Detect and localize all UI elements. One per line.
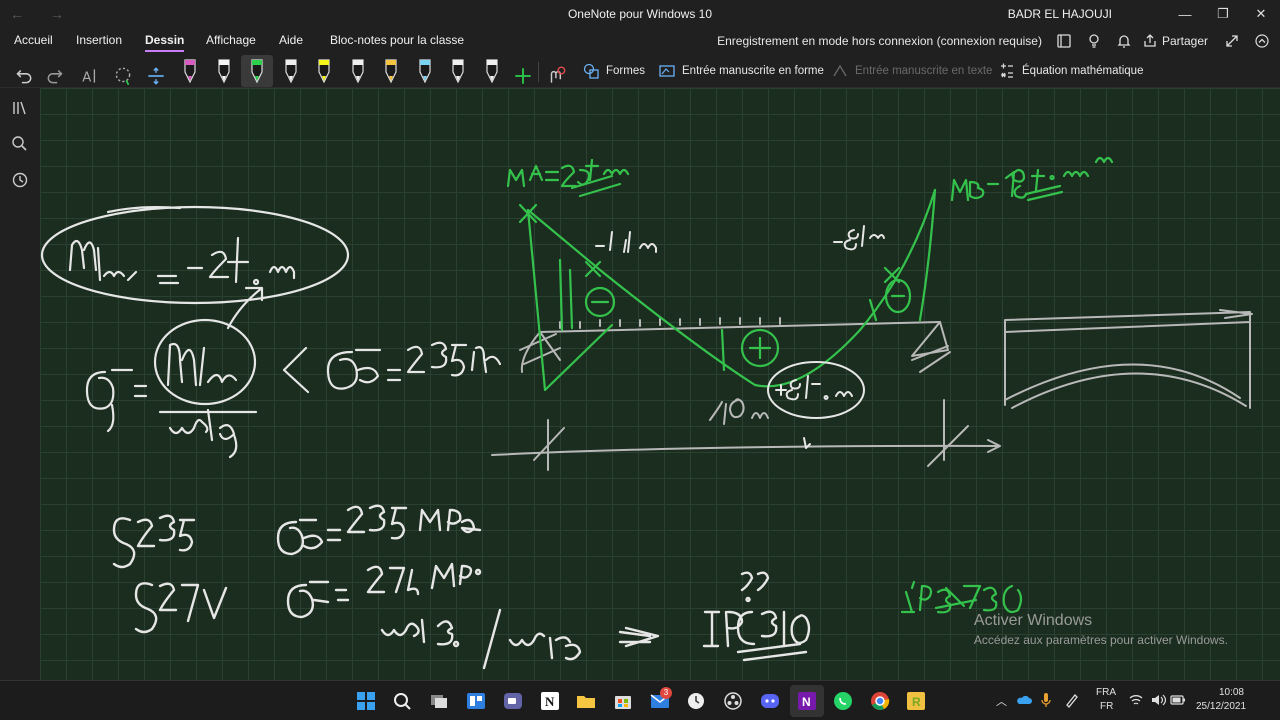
ink-to-text-label: Entrée manuscrite en texte xyxy=(855,65,993,77)
undo-icon[interactable] xyxy=(12,61,34,91)
notebook-icon[interactable] xyxy=(1056,33,1072,49)
expand-icon[interactable] xyxy=(1224,33,1240,49)
shapes-icon xyxy=(583,63,599,79)
discord-icon[interactable] xyxy=(758,689,782,713)
pen-4-icon[interactable] xyxy=(280,56,302,86)
svg-text:A: A xyxy=(82,71,91,86)
activation-watermark: Activer Windows Accédez aux paramètres p… xyxy=(974,612,1228,647)
windows-start-icon[interactable] xyxy=(354,689,378,713)
pen-tray-icon[interactable] xyxy=(1064,692,1080,708)
search-icon[interactable] xyxy=(10,134,30,154)
chrome-icon[interactable] xyxy=(868,689,892,713)
add-pen-icon[interactable] xyxy=(512,61,534,91)
share-icon xyxy=(1144,34,1156,47)
search-taskbar-icon[interactable] xyxy=(390,689,414,713)
left-sidebar xyxy=(0,88,40,680)
notion-icon[interactable]: N xyxy=(538,689,562,713)
bell-icon[interactable] xyxy=(1116,33,1132,49)
obs-icon[interactable] xyxy=(721,689,745,713)
tab-accueil[interactable]: Accueil xyxy=(14,33,53,47)
notebook-page-canvas[interactable]: Activer Windows Accédez aux paramètres p… xyxy=(40,88,1280,680)
activation-title: Activer Windows xyxy=(973,612,1093,629)
ink-stress-formula xyxy=(85,318,502,459)
clock-time: 10:08 xyxy=(1218,687,1244,698)
math-icon xyxy=(1001,63,1013,78)
activation-subtitle: Accédez aux paramètres pour activer Wind… xyxy=(973,633,1228,647)
language-top: FRA xyxy=(1096,687,1116,698)
ink-to-text-icon xyxy=(833,64,847,77)
mail-badge: 3 xyxy=(660,687,672,699)
shapes-button[interactable]: Formes xyxy=(582,58,645,84)
type-select-icon[interactable]: A xyxy=(79,61,101,91)
recent-icon[interactable] xyxy=(10,170,30,190)
pen-3-icon[interactable] xyxy=(246,56,268,86)
svg-text:N: N xyxy=(802,695,811,709)
minimize-button[interactable]: — xyxy=(1166,0,1204,28)
tab-dessin[interactable]: Dessin xyxy=(145,33,185,52)
volume-icon[interactable] xyxy=(1150,693,1166,707)
pen-10-icon[interactable] xyxy=(481,56,503,86)
share-button[interactable]: Partager xyxy=(1162,34,1208,48)
math-equation-button[interactable]: Équation mathématique xyxy=(998,58,1143,84)
ink-to-shape-icon xyxy=(659,65,675,77)
pen-6-icon[interactable] xyxy=(347,56,369,86)
language-indicator[interactable]: FRA FR xyxy=(1096,687,1116,712)
ink-to-shape-label: Entrée manuscrite en forme xyxy=(682,65,824,77)
lightbulb-icon[interactable] xyxy=(1086,33,1102,49)
task-view-icon[interactable] xyxy=(427,689,451,713)
tab-aide[interactable]: Aide xyxy=(279,33,303,47)
restore-button[interactable]: ❐ xyxy=(1204,0,1242,28)
onedrive-icon[interactable] xyxy=(1016,694,1032,706)
svg-text:R: R xyxy=(912,695,921,709)
pen-2-icon[interactable] xyxy=(213,56,235,86)
clock-app-icon[interactable] xyxy=(684,689,708,713)
chevron-up-icon[interactable] xyxy=(1254,33,1270,49)
shapes-label: Formes xyxy=(606,65,645,77)
ink-moment-note xyxy=(40,205,350,330)
notebooks-icon[interactable] xyxy=(10,98,30,118)
close-button[interactable]: ✕ xyxy=(1242,0,1280,28)
battery-icon[interactable] xyxy=(1170,694,1186,706)
pen-5-icon[interactable] xyxy=(313,56,335,86)
whatsapp-icon[interactable] xyxy=(831,689,855,713)
clock-date: 25/12/2021 xyxy=(1196,701,1247,712)
clock[interactable]: 10:08 25/12/2021 xyxy=(1196,687,1247,712)
sync-status[interactable]: Enregistrement en mode hors connexion (c… xyxy=(717,34,1042,48)
widgets-icon[interactable] xyxy=(464,689,488,713)
redo-icon[interactable] xyxy=(45,61,67,91)
onenote-icon[interactable]: N xyxy=(795,689,819,713)
math-label: Équation mathématique xyxy=(1022,65,1144,77)
ink-beam-diagram xyxy=(491,309,1253,471)
microphone-icon[interactable] xyxy=(1040,692,1052,708)
store-icon[interactable] xyxy=(611,689,635,713)
user-name[interactable]: BADR EL HAJOUJI xyxy=(1008,7,1112,21)
handwritten-ink xyxy=(40,156,1253,670)
ink-steel-grades xyxy=(112,504,811,670)
pen-9-icon[interactable] xyxy=(447,56,469,86)
pen-1-icon[interactable] xyxy=(179,56,201,86)
pen-8-icon[interactable] xyxy=(414,56,436,86)
lasso-select-icon[interactable] xyxy=(112,61,134,91)
title-bar: ← → OneNote pour Windows 10 BADR EL HAJO… xyxy=(0,0,1280,28)
wifi-icon[interactable] xyxy=(1128,693,1144,707)
drawing-toolbar: A Formes Entrée manuscrite en forme Entr… xyxy=(0,54,1280,88)
app-r-icon[interactable]: R xyxy=(904,689,928,713)
svg-text:N: N xyxy=(545,694,555,709)
insert-space-icon[interactable] xyxy=(145,61,167,91)
ink-replay-icon[interactable] xyxy=(546,61,568,91)
tab-bloc-notes[interactable]: Bloc-notes pour la classe xyxy=(330,33,464,47)
language-bottom: FR xyxy=(1100,701,1114,712)
ink-to-shape-button[interactable]: Entrée manuscrite en forme xyxy=(658,58,824,84)
ink-moment-diagram xyxy=(506,156,1114,614)
tab-insertion[interactable]: Insertion xyxy=(76,33,122,47)
file-explorer-icon[interactable] xyxy=(574,689,598,713)
taskbar: N 3 N R ︿ FRA FR 10:08 25/12/2021 xyxy=(0,680,1280,720)
pen-7-icon[interactable] xyxy=(380,56,402,86)
tab-affichage[interactable]: Affichage xyxy=(206,33,256,47)
ink-to-text-button[interactable]: Entrée manuscrite en texte xyxy=(831,58,992,84)
tray-overflow-icon[interactable]: ︿ xyxy=(996,693,1007,709)
teams-chat-icon[interactable] xyxy=(501,689,525,713)
